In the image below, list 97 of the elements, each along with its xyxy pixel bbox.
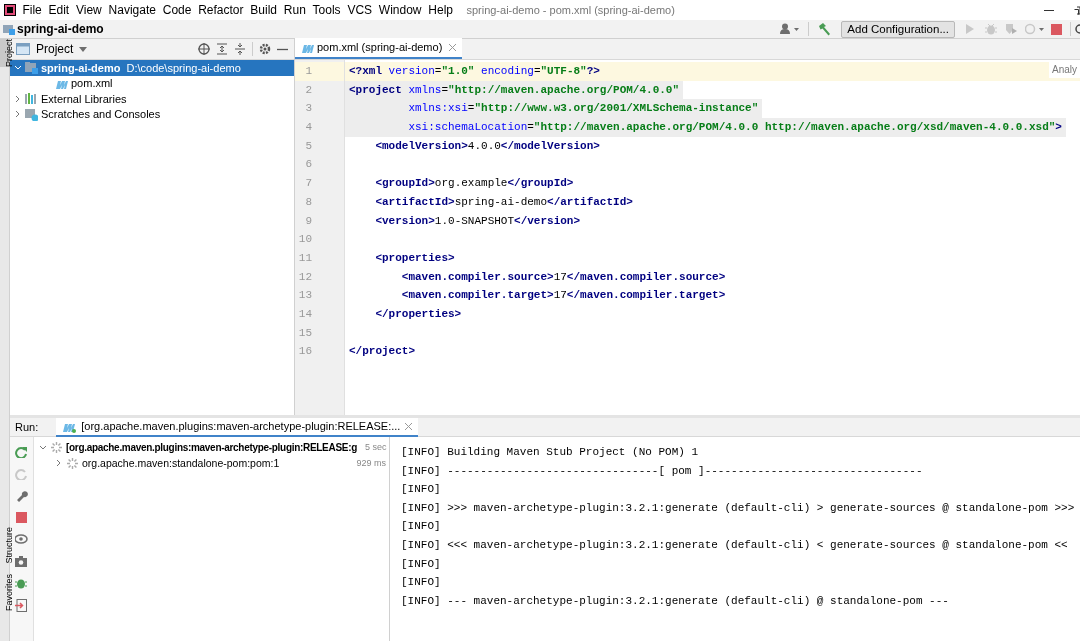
code-line: <groupId>org.example</groupId> <box>374 176 575 192</box>
line-number: 11 <box>297 250 313 266</box>
console-line: [INFO] <box>401 575 442 591</box>
code-line: </project> <box>348 344 416 360</box>
code-line: <maven.compiler.target>17</maven.compiler.target> <box>400 288 727 304</box>
hammer-icon[interactable] <box>817 22 832 36</box>
menu-item[interactable]: File <box>19 0 46 20</box>
settings-icon[interactable] <box>259 43 271 55</box>
menu-item[interactable]: Window <box>375 0 425 20</box>
code-line: </properties> <box>374 306 463 322</box>
clock-run-icon[interactable] <box>1025 23 1045 35</box>
wrench-icon[interactable] <box>15 489 28 502</box>
editor-tab[interactable]: pom.xml (spring-ai-demo) <box>295 38 463 59</box>
menu-item[interactable]: Navigate <box>105 0 160 20</box>
line-number: 16 <box>297 344 313 360</box>
item-label: External Libraries <box>41 91 127 106</box>
folder-icon <box>25 61 38 75</box>
user-icon[interactable] <box>780 23 801 35</box>
line-number: 14 <box>297 306 313 322</box>
spinner-icon <box>51 442 62 454</box>
menu-item[interactable]: Run <box>280 0 310 20</box>
line-number: 8 <box>304 194 313 210</box>
code-line: <version>1.0-SNAPSHOT</version> <box>374 213 582 229</box>
line-number: 1 <box>295 62 344 81</box>
folder-icon <box>3 23 15 35</box>
stop-icon[interactable] <box>15 511 28 524</box>
console-line: [INFO] <box>401 482 442 498</box>
camera-icon[interactable] <box>15 555 28 568</box>
scratches-icon <box>25 107 38 121</box>
close-icon[interactable] <box>405 422 413 430</box>
app-logo-icon <box>4 4 16 16</box>
code-line: <modelVersion>4.0.0</modelVersion> <box>374 138 601 154</box>
menu-item[interactable]: Edit <box>45 0 73 20</box>
line-number: 7 <box>304 176 313 192</box>
window-title: spring-ai-demo - pom.xml (spring-ai-demo) <box>466 2 675 18</box>
breadcrumb[interactable]: spring-ai-demo <box>17 20 104 38</box>
code-line: <?xml version="1.0" encoding="UTF-8"?> <box>348 64 601 79</box>
console-line: [INFO] <<< maven-archetype-plugin:3.2.1:generate (default-cli) < generate-sources @ standalone-pom << <box>401 537 1069 553</box>
item-label: org.apache.maven:standalone-pom:pom:1 <box>82 456 280 471</box>
tool-window-tab[interactable]: Favorites <box>0 574 10 611</box>
line-number: 13 <box>297 288 313 304</box>
tree-item[interactable]: pom.xml <box>10 75 294 91</box>
item-label: [org.apache.maven.plugins:maven-archetype-plugin:RELEASE:g <box>66 440 357 455</box>
code-line: <maven.compiler.source>17</maven.compiler.source> <box>400 269 727 285</box>
run-configuration-button[interactable]: Add Configuration... <box>841 20 955 38</box>
duration-text: 5 sec <box>365 441 387 454</box>
search-icon[interactable] <box>1074 23 1080 35</box>
item-label: pom.xml <box>71 76 113 91</box>
item-label: Scratches and Consoles <box>41 107 161 122</box>
line-number: 15 <box>297 325 313 341</box>
item-label: spring-ai-demo <box>41 60 121 75</box>
menu-item[interactable]: Code <box>159 0 195 20</box>
line-number: 10 <box>297 232 313 248</box>
expand-all-icon[interactable] <box>216 43 228 55</box>
caret-icon[interactable] <box>79 46 88 52</box>
panel-title: Run: <box>15 419 39 435</box>
menu-item[interactable]: Help <box>424 0 457 20</box>
line-number: 6 <box>304 157 313 173</box>
duration-text: 929 ms <box>356 456 386 470</box>
item-path: D:\code\spring-ai-demo <box>126 60 241 75</box>
code-line: <artifactId>spring-ai-demo</artifactId> <box>374 194 634 210</box>
code-line: <properties> <box>374 250 456 266</box>
panel-icon <box>16 43 30 55</box>
tool-window-tab[interactable]: Structure <box>0 527 10 564</box>
collapse-all-icon[interactable] <box>234 43 246 55</box>
line-number: 2 <box>304 82 313 98</box>
console-line: [INFO] --- maven-archetype-plugin:3.2.1:generate (default-cli) @ standalone-pom --- <box>401 593 950 609</box>
bug-icon[interactable] <box>15 577 28 590</box>
menu-item[interactable]: View <box>72 0 106 20</box>
exit-icon[interactable] <box>15 599 28 612</box>
locate-icon[interactable] <box>198 43 210 55</box>
line-number: 5 <box>304 138 313 154</box>
library-icon <box>25 92 38 106</box>
console-line: [INFO] Building Maven Stub Project (No POM) 1 <box>401 445 700 460</box>
menu-item[interactable]: Build <box>246 0 281 20</box>
console-line: [INFO] --------------------------------[ pom ]--------------------------------- <box>401 463 924 479</box>
rerun-icon[interactable] <box>15 445 28 458</box>
line-number: 3 <box>304 101 313 117</box>
line-number: 12 <box>297 269 313 285</box>
line-number: 9 <box>304 213 313 229</box>
panel-title[interactable]: Project <box>36 40 74 58</box>
menu-item[interactable]: Tools <box>309 0 344 20</box>
stop-icon[interactable] <box>1051 23 1062 35</box>
tree-item[interactable]: org.apache.maven:standalone-pom:pom:1 929 ms <box>34 455 389 471</box>
console-line: [INFO] <box>401 556 442 572</box>
spinner-icon <box>67 457 78 469</box>
inspection-widget[interactable]: Analy <box>1049 62 1080 78</box>
line-number: 4 <box>304 120 313 136</box>
tree-item[interactable]: External Libraries <box>10 91 294 107</box>
menu-item[interactable]: VCS <box>344 0 376 20</box>
tree-item[interactable]: Scratches and Consoles <box>10 106 294 122</box>
close-icon[interactable] <box>449 44 457 51</box>
menu-item[interactable]: Refactor <box>194 0 247 20</box>
console-line: [INFO] <box>401 519 442 535</box>
eye-icon[interactable] <box>15 533 28 546</box>
console-line: [INFO] >>> maven-archetype-plugin:3.2.1:generate (default-cli) > generate-sources @ standalone-pom >>> <box>401 500 1076 516</box>
tree-item[interactable]: [org.apache.maven.plugins:maven-archetype-plugin:RELEASE:g 5 sec <box>34 440 389 456</box>
